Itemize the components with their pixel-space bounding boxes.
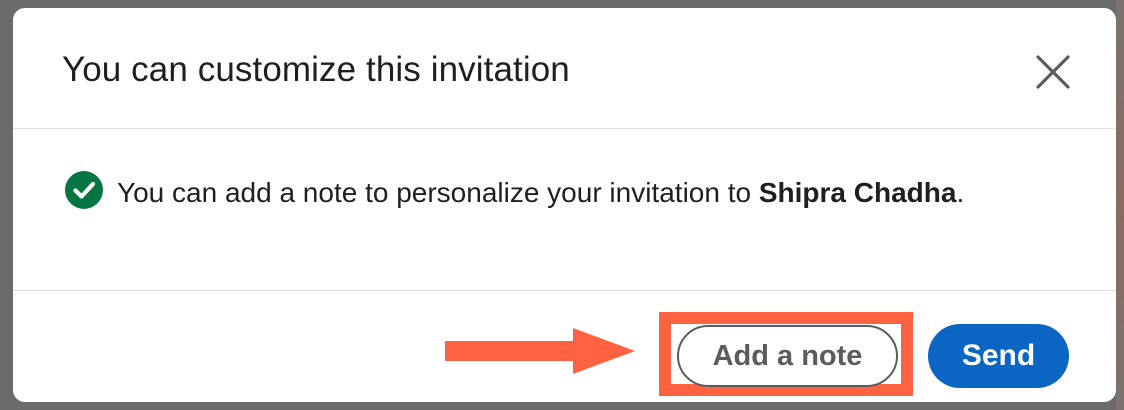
message-suffix: . bbox=[956, 177, 965, 208]
right-arrow-icon bbox=[445, 328, 635, 374]
send-button[interactable]: Send bbox=[928, 324, 1069, 388]
modal-header: You can customize this invitation bbox=[13, 8, 1116, 129]
close-icon bbox=[1036, 55, 1070, 89]
recipient-name: Shipra Chadha bbox=[758, 177, 957, 208]
modal-title: You can customize this invitation bbox=[62, 50, 570, 89]
invitation-message: You can add a note to personalize your i… bbox=[117, 167, 1017, 218]
invitation-modal: You can customize this invitation You ca… bbox=[13, 8, 1116, 402]
modal-footer: Add a note Send bbox=[13, 291, 1116, 402]
close-button[interactable] bbox=[1033, 52, 1073, 92]
add-note-button[interactable]: Add a note bbox=[677, 325, 898, 387]
modal-body: You can add a note to personalize your i… bbox=[13, 129, 1116, 291]
page-backdrop-edge bbox=[1116, 0, 1124, 410]
message-prefix: You can add a note to personalize your i… bbox=[117, 177, 759, 208]
check-circle-icon bbox=[65, 171, 103, 209]
